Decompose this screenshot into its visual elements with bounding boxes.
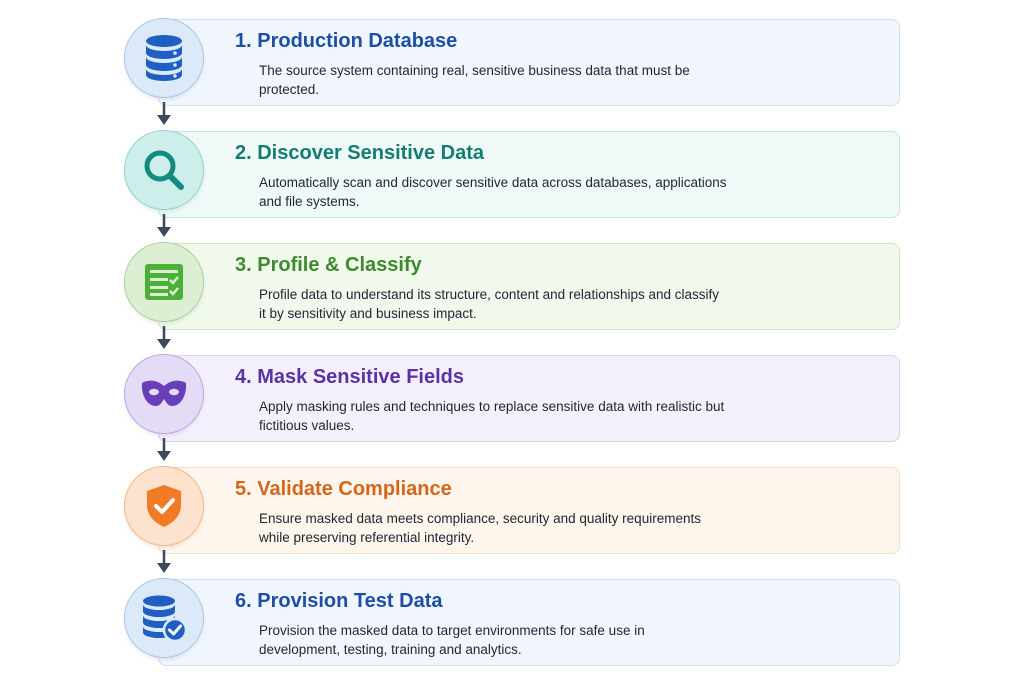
step-description: Provision the masked data to target envi… [259, 623, 645, 657]
step-icon-circle [124, 242, 204, 322]
database-check-icon [139, 593, 189, 643]
arrow-down-icon [157, 326, 171, 349]
arrow-down-icon [157, 438, 171, 461]
step-description: The source system containing real, sensi… [259, 63, 690, 97]
step-title: 4. Mask Sensitive Fields [235, 366, 464, 388]
step-provision-test-data: 6. Provision Test Data Provision the mas… [0, 578, 1024, 668]
step-icon-circle [124, 354, 204, 434]
step-profile-classify: 3. Profile & Classify Profile data to un… [0, 242, 1024, 332]
mask-icon [139, 377, 189, 411]
step-icon-circle [124, 466, 204, 546]
arrow-down-icon [157, 102, 171, 125]
shield-check-icon [144, 483, 184, 529]
magnifier-icon [141, 147, 187, 193]
checklist-icon [142, 261, 186, 303]
step-mask-sensitive-fields: 4. Mask Sensitive Fields Apply masking r… [0, 354, 1024, 444]
step-validate-compliance: 5. Validate Compliance Ensure masked dat… [0, 466, 1024, 556]
step-production-database: 1. Production Database The source system… [0, 18, 1024, 108]
step-title: 1. Production Database [235, 30, 458, 52]
step-title: 6. Provision Test Data [235, 590, 443, 612]
step-discover-sensitive-data: 2. Discover Sensitive Data Automatically… [0, 130, 1024, 220]
step-description: Apply masking rules and techniques to re… [259, 399, 725, 433]
step-icon-circle [124, 578, 204, 658]
step-icon-circle [124, 130, 204, 210]
arrow-down-icon [157, 550, 171, 573]
step-icon-circle [124, 18, 204, 98]
database-icon [142, 33, 186, 83]
step-description: Profile data to understand its structure… [259, 287, 720, 321]
step-title: 5. Validate Compliance [235, 478, 452, 500]
step-description: Ensure masked data meets compliance, sec… [259, 511, 701, 545]
step-description: Automatically scan and discover sensitiv… [259, 175, 727, 209]
arrow-down-icon [157, 214, 171, 237]
step-title: 2. Discover Sensitive Data [235, 142, 485, 164]
step-title: 3. Profile & Classify [235, 254, 422, 276]
